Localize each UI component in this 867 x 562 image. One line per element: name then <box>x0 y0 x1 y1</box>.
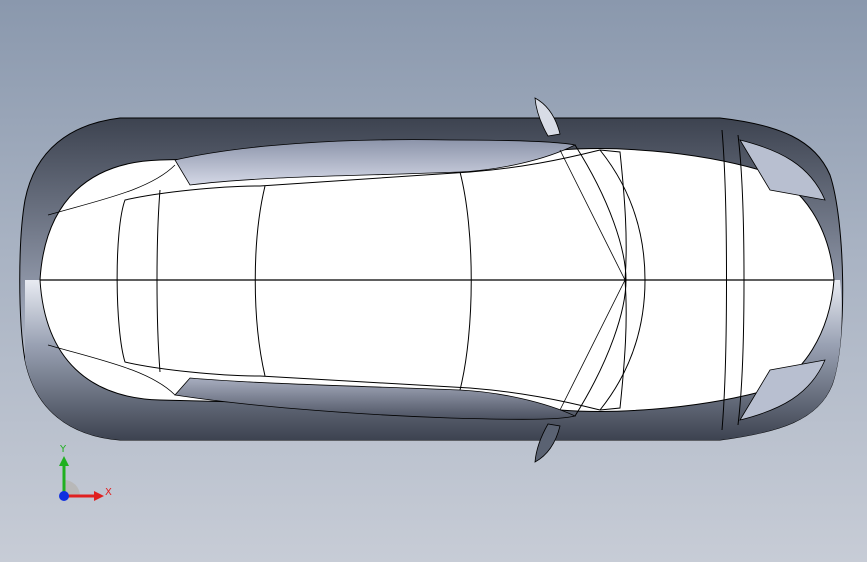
y-axis-head <box>59 456 69 466</box>
graphics-viewport[interactable]: Y X <box>0 0 867 562</box>
coordinate-triad: Y X <box>59 444 112 501</box>
x-axis-head <box>94 491 104 501</box>
car-model-top-view[interactable] <box>0 0 867 562</box>
x-axis-label: X <box>105 487 112 498</box>
y-axis-label: Y <box>59 444 67 455</box>
z-axis-dot <box>59 491 69 501</box>
